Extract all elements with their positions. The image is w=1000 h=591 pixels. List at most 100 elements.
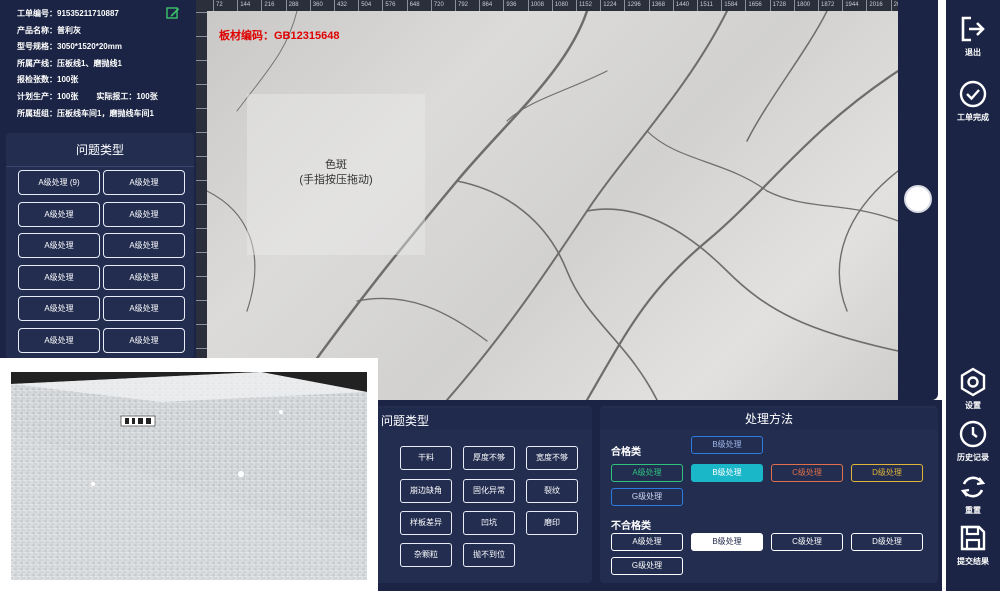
issue-button[interactable]: A级处理 <box>18 233 100 259</box>
exit-button[interactable]: 退出 <box>946 14 1000 58</box>
ruler-tick: 2088 <box>890 0 898 11</box>
complete-order-button[interactable]: 工单完成 <box>946 79 1000 123</box>
unqualified-method-button[interactable]: D级处理 <box>851 533 923 551</box>
production-line: 所属产线：压板线1、磨抛线1 <box>17 58 122 68</box>
ruler-tick: 1368 <box>648 0 665 11</box>
ruler-tick: 1584 <box>721 0 738 11</box>
unqualified-method-button[interactable]: B级处理 <box>691 533 763 551</box>
refresh-icon <box>960 476 986 498</box>
selected-method-display[interactable]: B级处理 <box>691 436 763 454</box>
clock-icon <box>959 420 987 448</box>
ruler-vtick <box>196 276 207 277</box>
issue-type-button[interactable]: 固化异常 <box>463 479 515 503</box>
issue-button[interactable]: A级处理 <box>18 264 100 290</box>
board-photo[interactable]: 板材编码：GB12315648 色斑 (手指按压拖动) <box>207 11 898 400</box>
exit-icon <box>961 16 985 42</box>
reset-label: 重置 <box>965 506 981 515</box>
work-order-info: 工单编号：91535211710887 产品名称：普利灰 型号规格：3050*1… <box>0 0 192 127</box>
ruler-tick: 792 <box>455 0 468 11</box>
issue-button[interactable]: A级处理 <box>103 201 185 227</box>
qualified-method-button[interactable]: G级处理 <box>611 488 683 506</box>
ruler-vtick <box>196 84 207 85</box>
issue-button[interactable]: A级处理 <box>103 328 185 353</box>
issue-button[interactable]: A级处理 <box>103 170 185 195</box>
ruler-tick: 1008 <box>527 0 544 11</box>
issue-type-button[interactable]: 抛不到位 <box>463 543 515 567</box>
reset-button[interactable]: 重置 <box>946 472 1000 516</box>
history-label: 历史记录 <box>957 453 989 462</box>
plan-actual: 计划生产：100张 实际报工：100张 <box>17 89 192 106</box>
defect-marker[interactable]: 色斑 (手指按压拖动) <box>247 94 425 255</box>
ruler-tick: 1728 <box>769 0 786 11</box>
qualified-method-button[interactable]: C级处理 <box>771 464 843 482</box>
ruler-tick: 144 <box>237 0 250 11</box>
ruler-vtick <box>196 348 207 349</box>
issue-button[interactable]: A级处理 (9) <box>18 170 100 195</box>
slider-handle[interactable] <box>904 185 932 213</box>
issue-type-bottom-title: 问题类型 <box>370 408 592 430</box>
edit-icon[interactable] <box>166 6 180 20</box>
ruler-tick: 936 <box>503 0 516 11</box>
issue-type-button[interactable]: 杂颗粒 <box>400 543 452 567</box>
spec: 型号规格：3050*1520*20mm <box>17 42 122 52</box>
ruler-tick: 864 <box>479 0 492 11</box>
ruler-tick: 1872 <box>818 0 834 11</box>
team: 所属班组：压板线车间1，磨抛线车间1 <box>17 108 154 118</box>
issue-type-button[interactable]: 宽度不够 <box>526 446 578 470</box>
inspect-count: 报检张数：100张 <box>17 75 79 85</box>
unqualified-method-button[interactable]: G级处理 <box>611 557 683 575</box>
ruler-tick: 360 <box>309 0 323 11</box>
issue-type-button[interactable]: 厚度不够 <box>463 446 515 470</box>
qualified-method-button[interactable]: B级处理 <box>691 464 763 482</box>
ruler-vtick <box>196 132 207 133</box>
history-button[interactable]: 历史记录 <box>946 419 1000 463</box>
ruler-tick: 648 <box>406 0 420 11</box>
qualified-method-button[interactable]: A级处理 <box>611 464 683 482</box>
complete-label: 工单完成 <box>957 113 989 122</box>
ruler-tick: 2016 <box>866 0 883 11</box>
settings-button[interactable]: 设置 <box>946 367 1000 411</box>
unqualified-method-button[interactable]: A级处理 <box>611 533 683 551</box>
ruler-tick: 1152 <box>576 0 592 11</box>
ruler-tick: 576 <box>382 0 395 11</box>
issue-button[interactable]: A级处理 <box>18 328 100 353</box>
issue-type-button[interactable]: 裂纹 <box>526 479 578 503</box>
issue-button[interactable]: A级处理 <box>103 264 185 290</box>
vertical-ruler <box>196 0 207 400</box>
issue-type-button[interactable]: 崩边缺角 <box>400 479 452 503</box>
exit-label: 退出 <box>965 48 981 57</box>
unqualified-label: 不合格类 <box>611 521 651 532</box>
issue-type-button[interactable]: 样板差异 <box>400 511 452 535</box>
ruler-vtick <box>196 108 207 109</box>
issue-type-button[interactable]: 干料 <box>400 446 452 470</box>
issue-type-bottom-label: 问题类型 <box>381 414 430 428</box>
ruler-tick: 288 <box>285 0 299 11</box>
issue-button[interactable]: A级处理 <box>18 201 100 227</box>
issue-button[interactable]: A级处理 <box>18 296 100 322</box>
issue-type-title: 问题类型 <box>6 133 194 167</box>
qualified-method-button[interactable]: D级处理 <box>851 464 923 482</box>
issue-type-button[interactable]: 凹坑 <box>463 511 515 535</box>
ruler-tick: 1440 <box>672 0 689 11</box>
ruler-vtick <box>196 156 207 157</box>
ruler-tick: 216 <box>261 0 274 11</box>
ruler-tick: 1224 <box>600 0 617 11</box>
ruler-vtick <box>196 228 207 229</box>
settings-label: 设置 <box>965 401 981 410</box>
submit-button[interactable]: 提交结果 <box>946 523 1000 567</box>
ruler-tick: 1511 <box>697 0 713 11</box>
submit-label: 提交结果 <box>957 557 989 566</box>
ruler-tick: 504 <box>358 0 371 11</box>
ruler-tick: 72 <box>213 0 223 11</box>
check-circle-icon <box>959 80 987 108</box>
defect-name: 色斑 <box>325 159 347 171</box>
actual: 实际报工：100张 <box>96 91 158 101</box>
issue-button[interactable]: A级处理 <box>103 296 185 322</box>
qualified-label: 合格类 <box>611 447 641 458</box>
ruler-tick: 1080 <box>551 0 568 11</box>
ruler-vtick <box>196 300 207 301</box>
issue-button[interactable]: A级处理 <box>103 233 185 259</box>
issue-type-button[interactable]: 磨印 <box>526 511 578 535</box>
horizontal-ruler: 72 144 216 288 360 432 504 576 648 720 792 864 936 10… <box>196 0 898 11</box>
unqualified-method-button[interactable]: C级处理 <box>771 533 843 551</box>
